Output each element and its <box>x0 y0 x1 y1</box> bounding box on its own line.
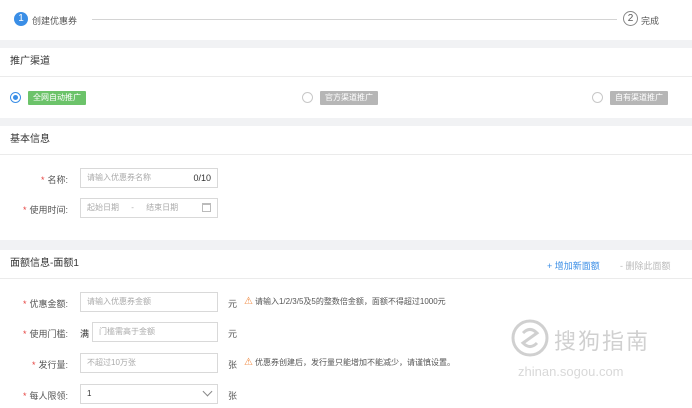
section-title-basic: 基本信息 <box>0 126 692 155</box>
step-bar: 1 创建优惠券 2 完成 <box>0 0 692 40</box>
delete-denomination-link[interactable]: - 删除此面额 <box>620 259 671 272</box>
amount-label: * 优惠金额: <box>22 299 68 309</box>
section-title-channel: 推广渠道 <box>0 48 692 77</box>
radio-channel-auto[interactable] <box>10 92 21 103</box>
date-range-picker[interactable]: 起始日期 - 结束日期 <box>80 198 218 218</box>
required-mark: * <box>40 175 45 185</box>
denomination-section: 面额信息-面额1 + 增加新面额 - 删除此面额 * 优惠金额: 请输入优惠券金额… <box>0 250 692 408</box>
name-label: * 名称: <box>40 175 68 185</box>
required-mark: * <box>31 360 36 370</box>
amount-hint: ⚠ 请输入1/2/3/5及5的整数倍金额，面额不得超过1000元 <box>244 296 446 307</box>
end-date-placeholder: 结束日期 <box>146 203 179 212</box>
warning-icon: ⚠ <box>244 296 253 307</box>
issue-unit: 张 <box>228 360 238 370</box>
limit-label: * 每人限领: <box>22 391 68 401</box>
warning-icon: ⚠ <box>244 357 253 368</box>
step-2-circle: 2 <box>623 11 638 26</box>
basic-info-section: 基本信息 * 名称: 请输入优惠券名称 0/10 * 使用时间: 起始日期 - 结束… <box>0 126 692 240</box>
time-label: * 使用时间: <box>22 205 68 215</box>
limit-per-user-select[interactable]: 1 <box>80 384 218 404</box>
issue-label: * 发行量: <box>31 360 68 370</box>
channel-tag-official[interactable]: 官方渠道推广 <box>320 91 378 105</box>
channel-section: 推广渠道 全网自动推广 官方渠道推广 自有渠道推广 <box>0 48 692 118</box>
calendar-icon[interactable] <box>202 203 211 212</box>
coupon-name-placeholder: 请输入优惠券名称 <box>87 173 151 182</box>
radio-channel-own[interactable] <box>592 92 603 103</box>
threshold-unit: 元 <box>228 329 238 339</box>
step-2-label: 完成 <box>641 16 660 26</box>
threshold-label: * 使用门槛: <box>22 329 68 339</box>
coupon-name-input[interactable]: 请输入优惠券名称 0/10 <box>80 168 218 188</box>
limit-selected-value: 1 <box>87 389 92 398</box>
add-denomination-link[interactable]: + 增加新面额 <box>547 259 600 272</box>
threshold-prefix: 满 <box>80 329 90 339</box>
limit-unit: 张 <box>228 391 238 401</box>
chevron-down-icon <box>202 386 213 397</box>
radio-channel-official[interactable] <box>302 92 313 103</box>
step-1-label: 创建优惠券 <box>32 16 78 26</box>
amount-unit: 元 <box>228 299 238 309</box>
required-mark: * <box>22 205 27 215</box>
name-char-counter: 0/10 <box>193 173 211 183</box>
required-mark: * <box>22 391 27 401</box>
required-mark: * <box>22 299 27 309</box>
start-date-placeholder: 起始日期 <box>87 203 119 212</box>
required-mark: * <box>22 329 27 339</box>
step-1-circle: 1 <box>14 12 28 26</box>
threshold-placeholder: 门槛需高于金额 <box>99 327 155 336</box>
issue-placeholder: 不超过10万张 <box>87 358 136 367</box>
date-range-separator: - <box>131 203 134 212</box>
step-connector <box>92 19 617 20</box>
channel-tag-own[interactable]: 自有渠道推广 <box>610 91 668 105</box>
channel-tag-auto[interactable]: 全网自动推广 <box>28 91 86 105</box>
amount-placeholder: 请输入优惠券金额 <box>87 297 151 306</box>
issue-quantity-input[interactable]: 不超过10万张 <box>80 353 218 373</box>
issue-hint: ⚠ 优惠券创建后，发行量只能增加不能减少，请谨慎设置。 <box>244 357 455 368</box>
amount-input[interactable]: 请输入优惠券金额 <box>80 292 218 312</box>
threshold-input[interactable]: 门槛需高于金额 <box>92 322 218 342</box>
